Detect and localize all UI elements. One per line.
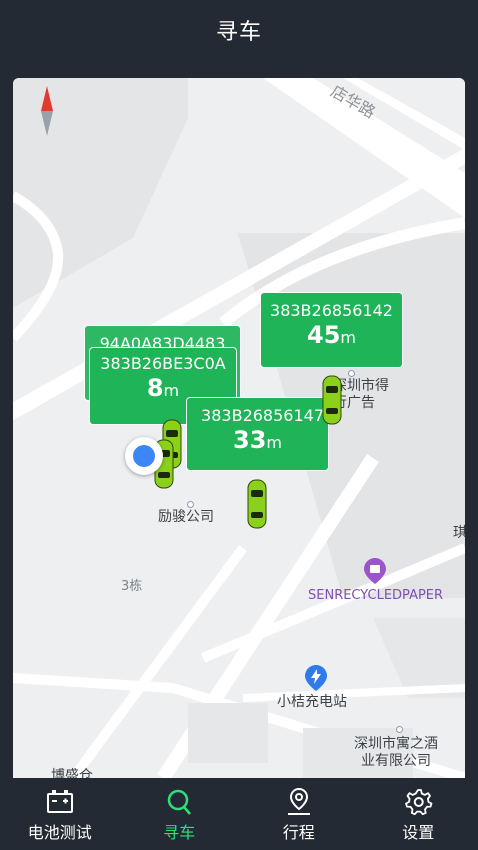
poi-label[interactable]: 励骏公司 — [158, 509, 214, 526]
tab-label: 设置 — [402, 823, 435, 842]
poi-label[interactable]: SENRECYCLEDPAPER — [308, 587, 443, 604]
poi-dot — [187, 501, 194, 508]
tab-settings[interactable]: 设置 — [359, 778, 478, 850]
car-marker-icon[interactable] — [246, 478, 268, 530]
vehicle-id: 383B26BE3C0A — [100, 354, 226, 373]
search-icon — [168, 789, 192, 815]
tab-label: 寻车 — [163, 823, 196, 842]
vehicle-tag[interactable]: 383B26856142 45m — [261, 293, 402, 367]
vehicle-tag[interactable]: 383B26856147 33m — [187, 398, 328, 470]
app-header: 寻车 — [0, 0, 478, 60]
vehicle-distance: 33m — [233, 426, 282, 454]
map-view[interactable]: 店华路 深圳市得 行广告 励骏公司 3栋 琪 SENRECYCLEDPAPER … — [13, 78, 465, 778]
charging-pin-icon[interactable] — [305, 665, 327, 691]
battery-icon — [46, 790, 73, 813]
tab-find-car[interactable]: 寻车 — [120, 778, 240, 850]
gear-icon — [405, 789, 433, 816]
building-label: 3栋 — [121, 579, 143, 594]
poi-label[interactable]: 博盛仓 — [51, 768, 93, 778]
poi-label[interactable]: 琪 — [453, 525, 465, 542]
vehicle-id: 383B26856147 — [201, 406, 324, 425]
vehicle-id: 383B26856142 — [270, 301, 393, 320]
current-location-marker[interactable] — [125, 437, 163, 475]
page-title: 寻车 — [215, 20, 262, 45]
tab-trips[interactable]: 行程 — [239, 778, 359, 850]
shop-pin-icon[interactable] — [364, 558, 386, 584]
location-pin-icon — [287, 787, 310, 815]
poi-label[interactable]: 小桔充电站 — [277, 694, 347, 711]
poi-dot — [396, 726, 403, 733]
vehicle-distance: 45m — [307, 321, 356, 349]
poi-dot — [348, 370, 355, 377]
poi-label[interactable]: 深圳市寓之酒 业有限公司 — [354, 736, 438, 770]
tab-battery-test[interactable]: 电池测试 — [0, 778, 120, 850]
tab-label: 行程 — [282, 823, 315, 842]
tab-label: 电池测试 — [27, 823, 92, 842]
compass-icon[interactable] — [39, 86, 55, 136]
bottom-tab-bar: 电池测试 寻车 行程 设置 — [0, 778, 478, 850]
car-marker-icon[interactable] — [321, 374, 343, 426]
